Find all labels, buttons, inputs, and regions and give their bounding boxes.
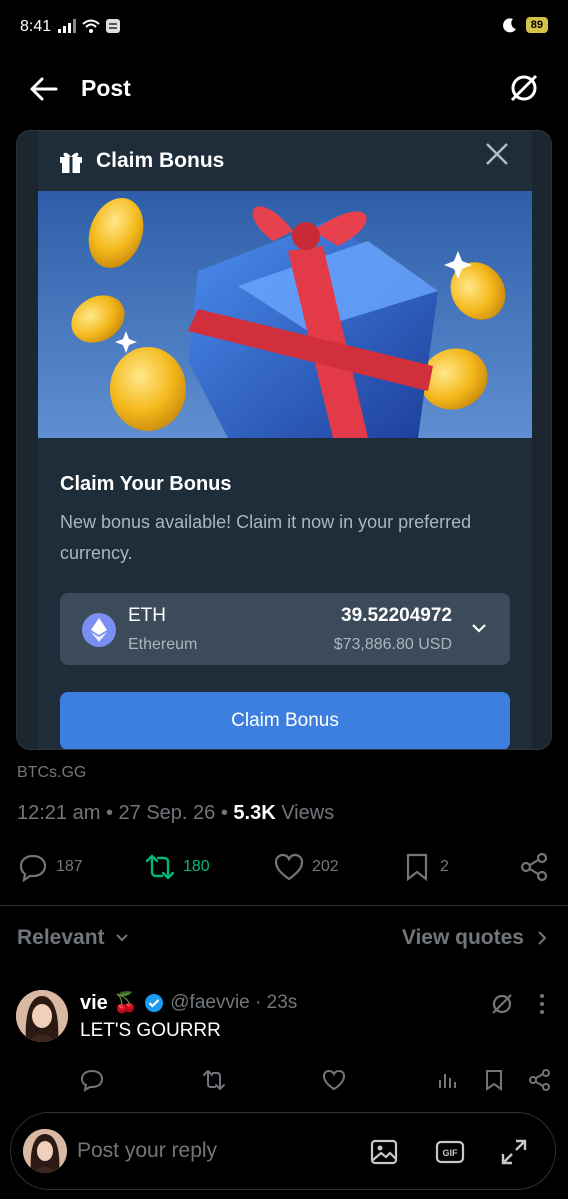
wifi-icon [82, 19, 100, 33]
currency-symbol: ETH [128, 605, 166, 626]
views-icon[interactable] [436, 1068, 460, 1092]
repost-icon [145, 854, 175, 880]
avatar [23, 1129, 67, 1173]
currency-selector: ETH Ethereum 39.52204972 $73,886.80 USD [60, 593, 510, 665]
repost-icon[interactable] [202, 1068, 226, 1092]
claim-heading: Claim Your Bonus [60, 473, 232, 495]
back-arrow-icon[interactable] [28, 74, 60, 104]
reply-handle: @faevvie · 23s [170, 991, 298, 1013]
ethereum-icon [82, 613, 116, 647]
relevant-label: Relevant [17, 926, 105, 949]
modal-title: Claim Bonus [96, 149, 225, 172]
views-label: Views [281, 802, 335, 824]
bookmark-count: 2 [440, 858, 449, 875]
divider [0, 905, 568, 906]
app-header: Post [0, 60, 568, 116]
view-quotes-label: View quotes [401, 926, 524, 949]
currency-name: Ethereum [128, 636, 198, 653]
chevron-right-icon [538, 931, 547, 945]
relevant-sort-button[interactable]: Relevant [17, 926, 129, 950]
post-actions: 187 180 202 2 [0, 848, 568, 888]
post-media-image[interactable]: Claim Bonus Claim Your Bonus New bonus a… [16, 130, 552, 750]
reply-icon[interactable] [80, 1068, 104, 1092]
page-title: Post [81, 75, 131, 101]
gift-banner-image [38, 191, 532, 438]
bookmark-icon [406, 853, 428, 882]
expand-icon[interactable] [499, 1137, 529, 1167]
like-count: 202 [312, 858, 339, 875]
repost-count: 180 [183, 858, 210, 875]
more-options-icon[interactable] [538, 992, 546, 1016]
post-source[interactable]: BTCs.GG [17, 764, 86, 782]
currency-usd-value: $73,886.80 USD [333, 636, 452, 653]
reply-count: 187 [56, 858, 83, 875]
like-button[interactable]: 202 [274, 852, 339, 882]
share-button[interactable] [520, 852, 550, 882]
reply-icon [19, 854, 47, 882]
reply-composer[interactable]: Post your reply GIF [10, 1112, 556, 1190]
image-icon[interactable] [369, 1137, 399, 1167]
verified-badge-icon [145, 993, 164, 1012]
post-time: 12:21 am [17, 802, 101, 824]
reply-button[interactable]: 187 [18, 852, 83, 882]
app-notification-icon [106, 19, 120, 33]
bookmark-icon[interactable] [482, 1068, 506, 1092]
views-count: 5.3K [233, 802, 276, 824]
chevron-down-icon [115, 934, 128, 942]
signal-icon [58, 19, 76, 33]
bookmark-button[interactable]: 2 [402, 852, 449, 882]
reply-author: vie 🍒 @faevvie · 23s [80, 990, 297, 1015]
grok-icon[interactable] [508, 72, 540, 104]
post-date: 27 Sep. 26 [118, 802, 216, 824]
currency-amount: 39.52204972 [341, 605, 452, 626]
repost-button[interactable]: 180 [145, 852, 210, 882]
share-icon [520, 852, 548, 882]
reply-actions [0, 1068, 568, 1096]
status-time: 8:41 [20, 18, 52, 35]
grok-icon[interactable] [490, 992, 514, 1016]
moon-icon [502, 18, 516, 33]
battery-indicator: 89 [525, 17, 548, 33]
svg-text:GIF: GIF [443, 1148, 459, 1158]
claim-bonus-button: Claim Bonus [60, 692, 510, 749]
bonus-modal: Claim Bonus Claim Your Bonus New bonus a… [38, 131, 532, 749]
share-icon[interactable] [528, 1068, 552, 1092]
gift-icon [60, 152, 82, 173]
reply-input[interactable]: Post your reply [77, 1139, 217, 1163]
status-bar: 8:41 89 [0, 0, 568, 56]
claim-description: New bonus available! Claim it now in you… [60, 512, 472, 563]
view-quotes-link[interactable]: View quotes [402, 926, 548, 950]
avatar[interactable] [16, 990, 68, 1042]
close-icon [486, 143, 508, 165]
post-meta: 12:21 am • 27 Sep. 26 • 5.3K Views [17, 802, 335, 824]
reply-text: LET'S GOURRR [80, 1020, 221, 1041]
heart-icon[interactable] [322, 1068, 346, 1092]
chevron-down-icon [472, 624, 486, 633]
heart-icon [274, 853, 304, 881]
reply-author-name: vie 🍒 [80, 992, 139, 1014]
reply-item[interactable]: vie 🍒 @faevvie · 23s LET'S GOURRR [0, 980, 568, 1100]
gif-icon[interactable]: GIF [435, 1137, 465, 1167]
